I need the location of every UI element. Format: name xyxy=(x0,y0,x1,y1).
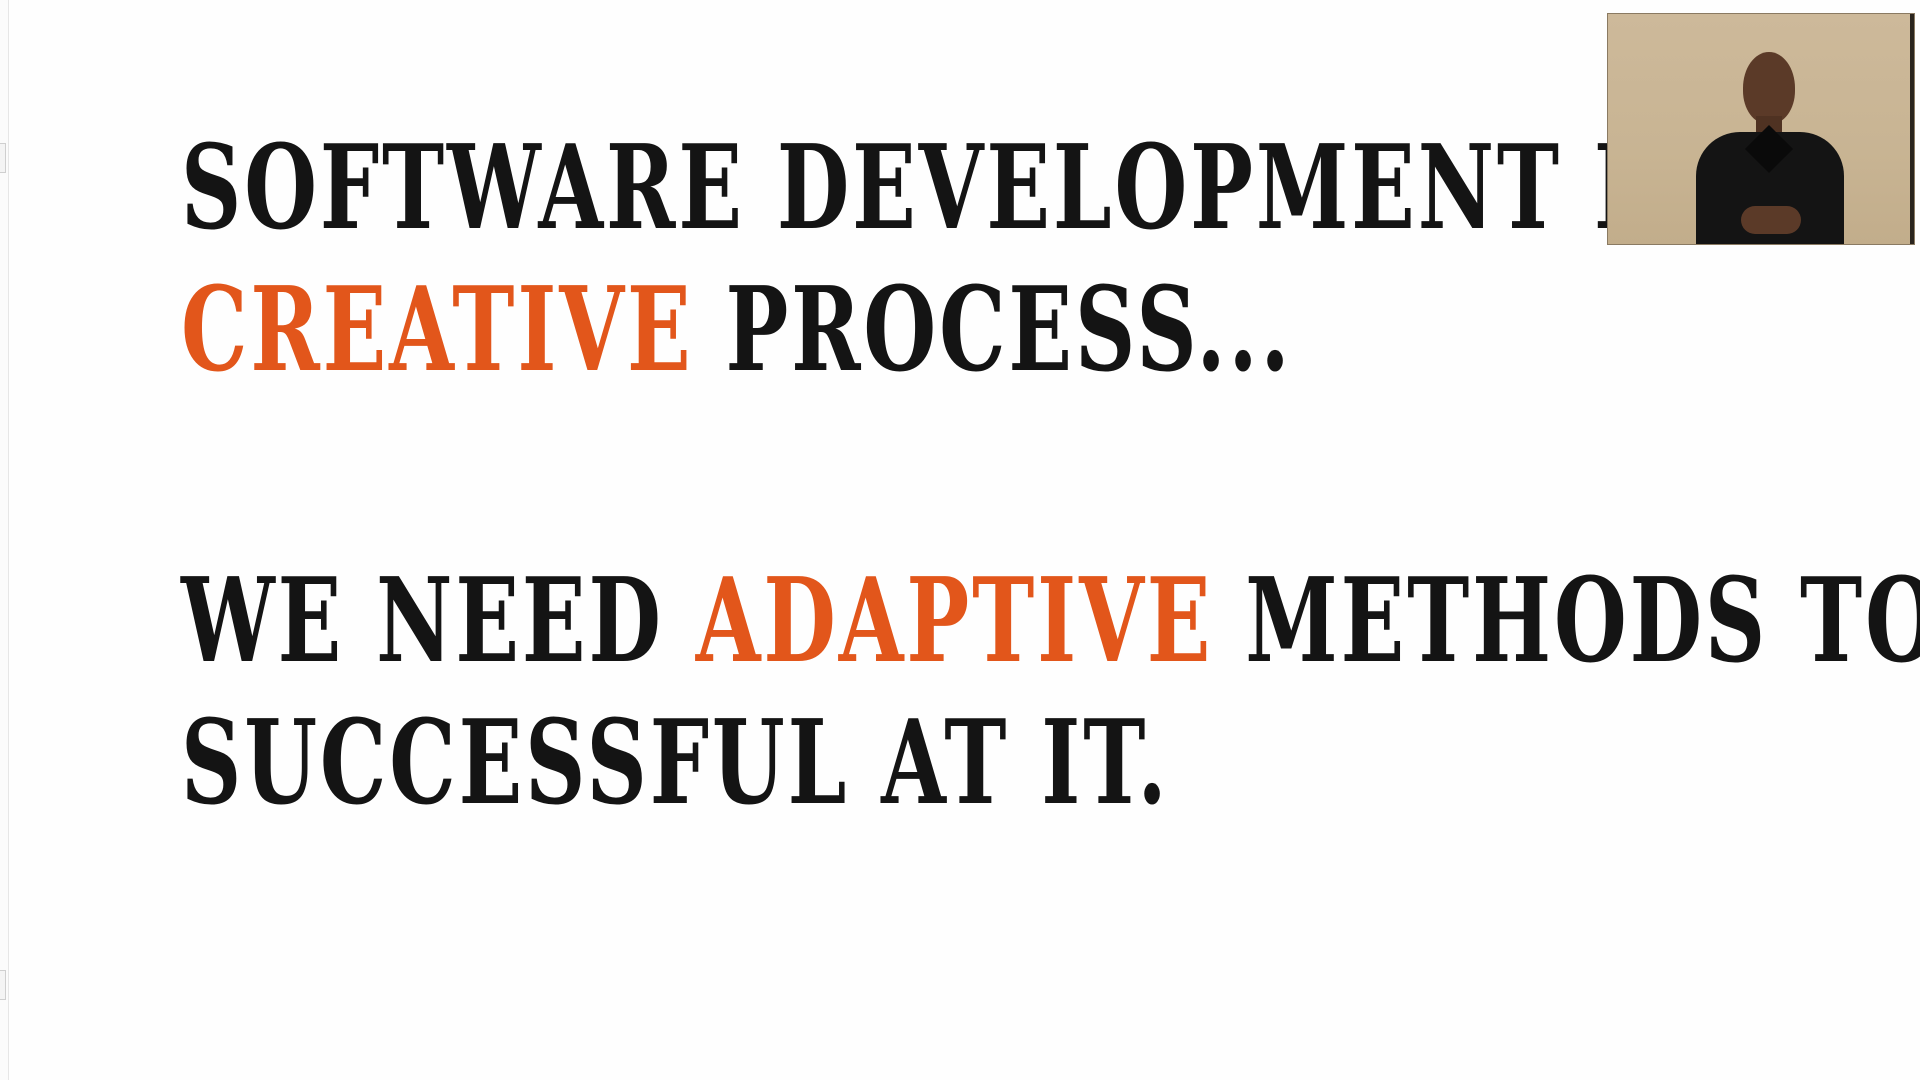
presenter-webcam-overlay xyxy=(1607,13,1915,245)
statement-creative-process: SOFTWARE DEVELOPMENT IS A CREATIVE PROCE… xyxy=(181,117,1799,401)
accent-word-adaptive: ADAPTIVE xyxy=(695,553,1214,689)
statement-1-line-2: CREATIVE PROCESS... xyxy=(181,259,1799,401)
left-edge-marker-bottom xyxy=(0,970,6,1000)
video-frame: SOFTWARE DEVELOPMENT IS A CREATIVE PROCE… xyxy=(0,0,1920,1080)
left-edge-marker-top xyxy=(0,143,6,173)
accent-word-creative: CREATIVE xyxy=(181,262,694,398)
statement-2-line-1-end: METHODS TO BE xyxy=(1245,553,1920,689)
statement-1-line-2-rest: PROCESS... xyxy=(693,262,1293,398)
presenter-head xyxy=(1743,52,1795,124)
statement-1-line-1: SOFTWARE DEVELOPMENT IS A xyxy=(181,120,1799,256)
statement-2-line-1-start: WE NEED xyxy=(181,553,696,689)
statement-2-line-2: SUCCESSFUL AT IT. xyxy=(181,695,1170,831)
presenter-hands xyxy=(1741,206,1801,234)
left-edge-strip xyxy=(0,0,9,1080)
statement-adaptive-methods: WE NEED ADAPTIVE METHODS TO BE SUCCESSFU… xyxy=(181,550,1920,834)
webcam-frame-edge xyxy=(1910,14,1914,244)
statement-2-line-1: WE NEED ADAPTIVE METHODS TO BE xyxy=(181,550,1920,692)
